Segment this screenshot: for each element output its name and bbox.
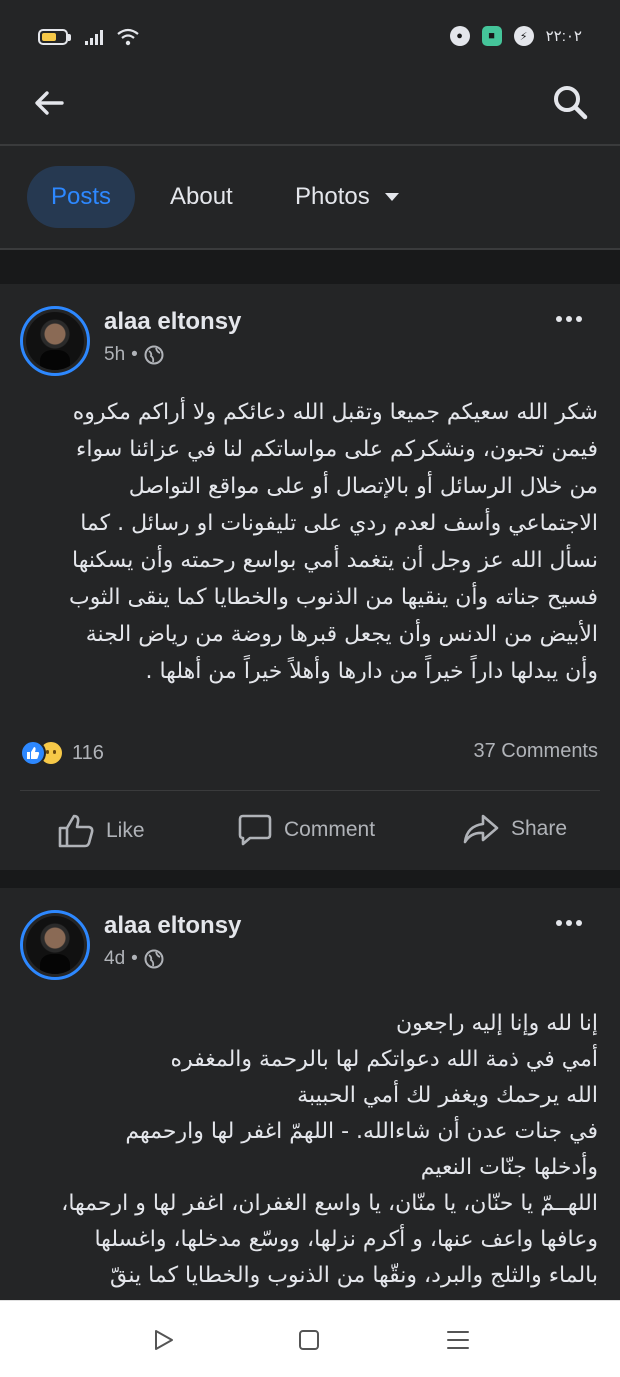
globe-icon — [144, 949, 164, 969]
post-line: نسأل الله عز وجل أن يتغمد أمي بواسع رحمت… — [72, 548, 598, 573]
post-time[interactable]: 4d — [104, 948, 125, 970]
system-nav-bar — [0, 1300, 620, 1377]
post-line: فيمن تحبون، ونشكركم على مواساتكم لنا في … — [76, 437, 598, 462]
separator-dot: • — [131, 948, 138, 969]
divider — [0, 248, 620, 250]
back-arrow-icon — [35, 91, 64, 115]
profile-tabs: Posts About Photos — [0, 146, 620, 248]
comments-count[interactable]: 37 Comments — [474, 740, 599, 763]
post-card: alaa eltonsy 4d • إنا لله وإنا إليه راجع… — [0, 888, 620, 1308]
post-text: شكر الله سعيكم جميعا وتقبل الله دعائكم و… — [20, 394, 598, 690]
avatar[interactable] — [20, 910, 90, 980]
more-options-button[interactable] — [556, 916, 588, 930]
post-line: في جنات عدن أن شاءالله. - اللهمّ اغفر له… — [125, 1119, 598, 1144]
post-author[interactable]: alaa eltonsy — [104, 912, 241, 940]
reactions-summary[interactable]: 116 — [20, 740, 104, 766]
top-bar — [0, 78, 620, 144]
comment-button[interactable]: Comment — [238, 814, 375, 846]
nav-back-button[interactable] — [150, 1327, 176, 1353]
post-line: فسيح جناته وأن ينقيها من الذنوب والخطايا… — [68, 585, 598, 610]
status-left — [38, 28, 139, 46]
battery-icon — [38, 29, 71, 45]
tab-posts[interactable]: Posts — [27, 166, 135, 228]
more-options-button[interactable] — [556, 312, 588, 326]
share-label: Share — [511, 817, 568, 840]
reaction-count: 116 — [72, 741, 104, 764]
tab-photos[interactable]: Photos — [295, 166, 400, 228]
post-line: الاجتماعي وأسف لعدم ردي على تليفونات او … — [80, 511, 598, 536]
avatar[interactable] — [20, 306, 90, 376]
nav-menu-button[interactable] — [445, 1327, 471, 1353]
post-card: alaa eltonsy 5h • شكر الله سعيكم جميعا و… — [0, 284, 620, 870]
search-button[interactable] — [550, 82, 590, 122]
menu-lines-icon — [447, 1331, 469, 1349]
nav-home-button[interactable] — [296, 1327, 322, 1353]
post-line: وأن يبدلها داراً خيراً من دارها وأهلاً خ… — [145, 659, 598, 684]
tab-photos-label: Photos — [295, 183, 370, 210]
signal-icon — [85, 29, 103, 45]
post-text: إنا لله وإنا إليه راجعون أمي في ذمة الله… — [20, 1006, 598, 1294]
post-line: الله يرحمك ويغفر لك أمي الحبيبة — [297, 1083, 598, 1108]
share-icon — [463, 814, 499, 844]
post-meta: 5h • — [104, 344, 164, 366]
search-icon — [554, 86, 588, 120]
thumbs-up-icon — [58, 814, 94, 848]
like-button[interactable]: Like — [58, 814, 145, 848]
post-time[interactable]: 5h — [104, 344, 125, 366]
post-line: بالماء والثلج والبرد، ونقّها من الذنوب و… — [110, 1263, 598, 1288]
post-line: أمي في ذمة الله دعواتكم لها بالرحمة والم… — [170, 1047, 598, 1072]
tab-about[interactable]: About — [170, 166, 233, 228]
separator-dot: • — [131, 344, 138, 365]
share-button[interactable]: Share — [463, 814, 567, 844]
messenger-icon: ⚡ — [513, 26, 534, 46]
post-line: وأدخلها جنّات النعيم — [420, 1155, 598, 1180]
post-line: شكر الله سعيكم جميعا وتقبل الله دعائكم و… — [72, 400, 598, 425]
post-actions: Like Comment Share — [0, 804, 620, 858]
app-icon: ■ — [481, 26, 502, 46]
clock: ٢٢:٠٢ — [545, 28, 582, 45]
divider — [20, 790, 600, 791]
post-line: اللهــمّ يا حنّان، يا منّان، يا واسع الغ… — [61, 1191, 598, 1216]
comment-label: Comment — [284, 818, 376, 841]
status-right: ● ■ ⚡ ٢٢:٠٢ — [449, 26, 582, 46]
post-meta: 4d • — [104, 948, 164, 970]
like-reaction-icon — [20, 740, 46, 766]
status-bar: ● ■ ⚡ ٢٢:٠٢ — [0, 0, 620, 78]
square-icon — [299, 1330, 319, 1350]
globe-icon — [144, 345, 164, 365]
comment-icon — [238, 814, 272, 846]
post-line: الأبيض من الدنس وأن يجعل قبرها روضة من ر… — [85, 622, 598, 647]
post-line: إنا لله وإنا إليه راجعون — [396, 1011, 598, 1036]
feed-gap — [0, 870, 620, 888]
post-line: وعافها واعف عنها، و أكرم نزلها، ووسّع مد… — [94, 1227, 598, 1252]
wifi-icon — [117, 28, 139, 46]
post-line: من خلال الرسائل أو بالإتصال أو على مواقع… — [128, 474, 598, 499]
caret-down-icon — [384, 193, 399, 201]
play-triangle-icon — [155, 1330, 173, 1350]
like-label: Like — [106, 819, 145, 842]
back-button[interactable] — [32, 86, 66, 120]
chrome-icon: ● — [449, 26, 470, 46]
post-author[interactable]: alaa eltonsy — [104, 308, 241, 336]
